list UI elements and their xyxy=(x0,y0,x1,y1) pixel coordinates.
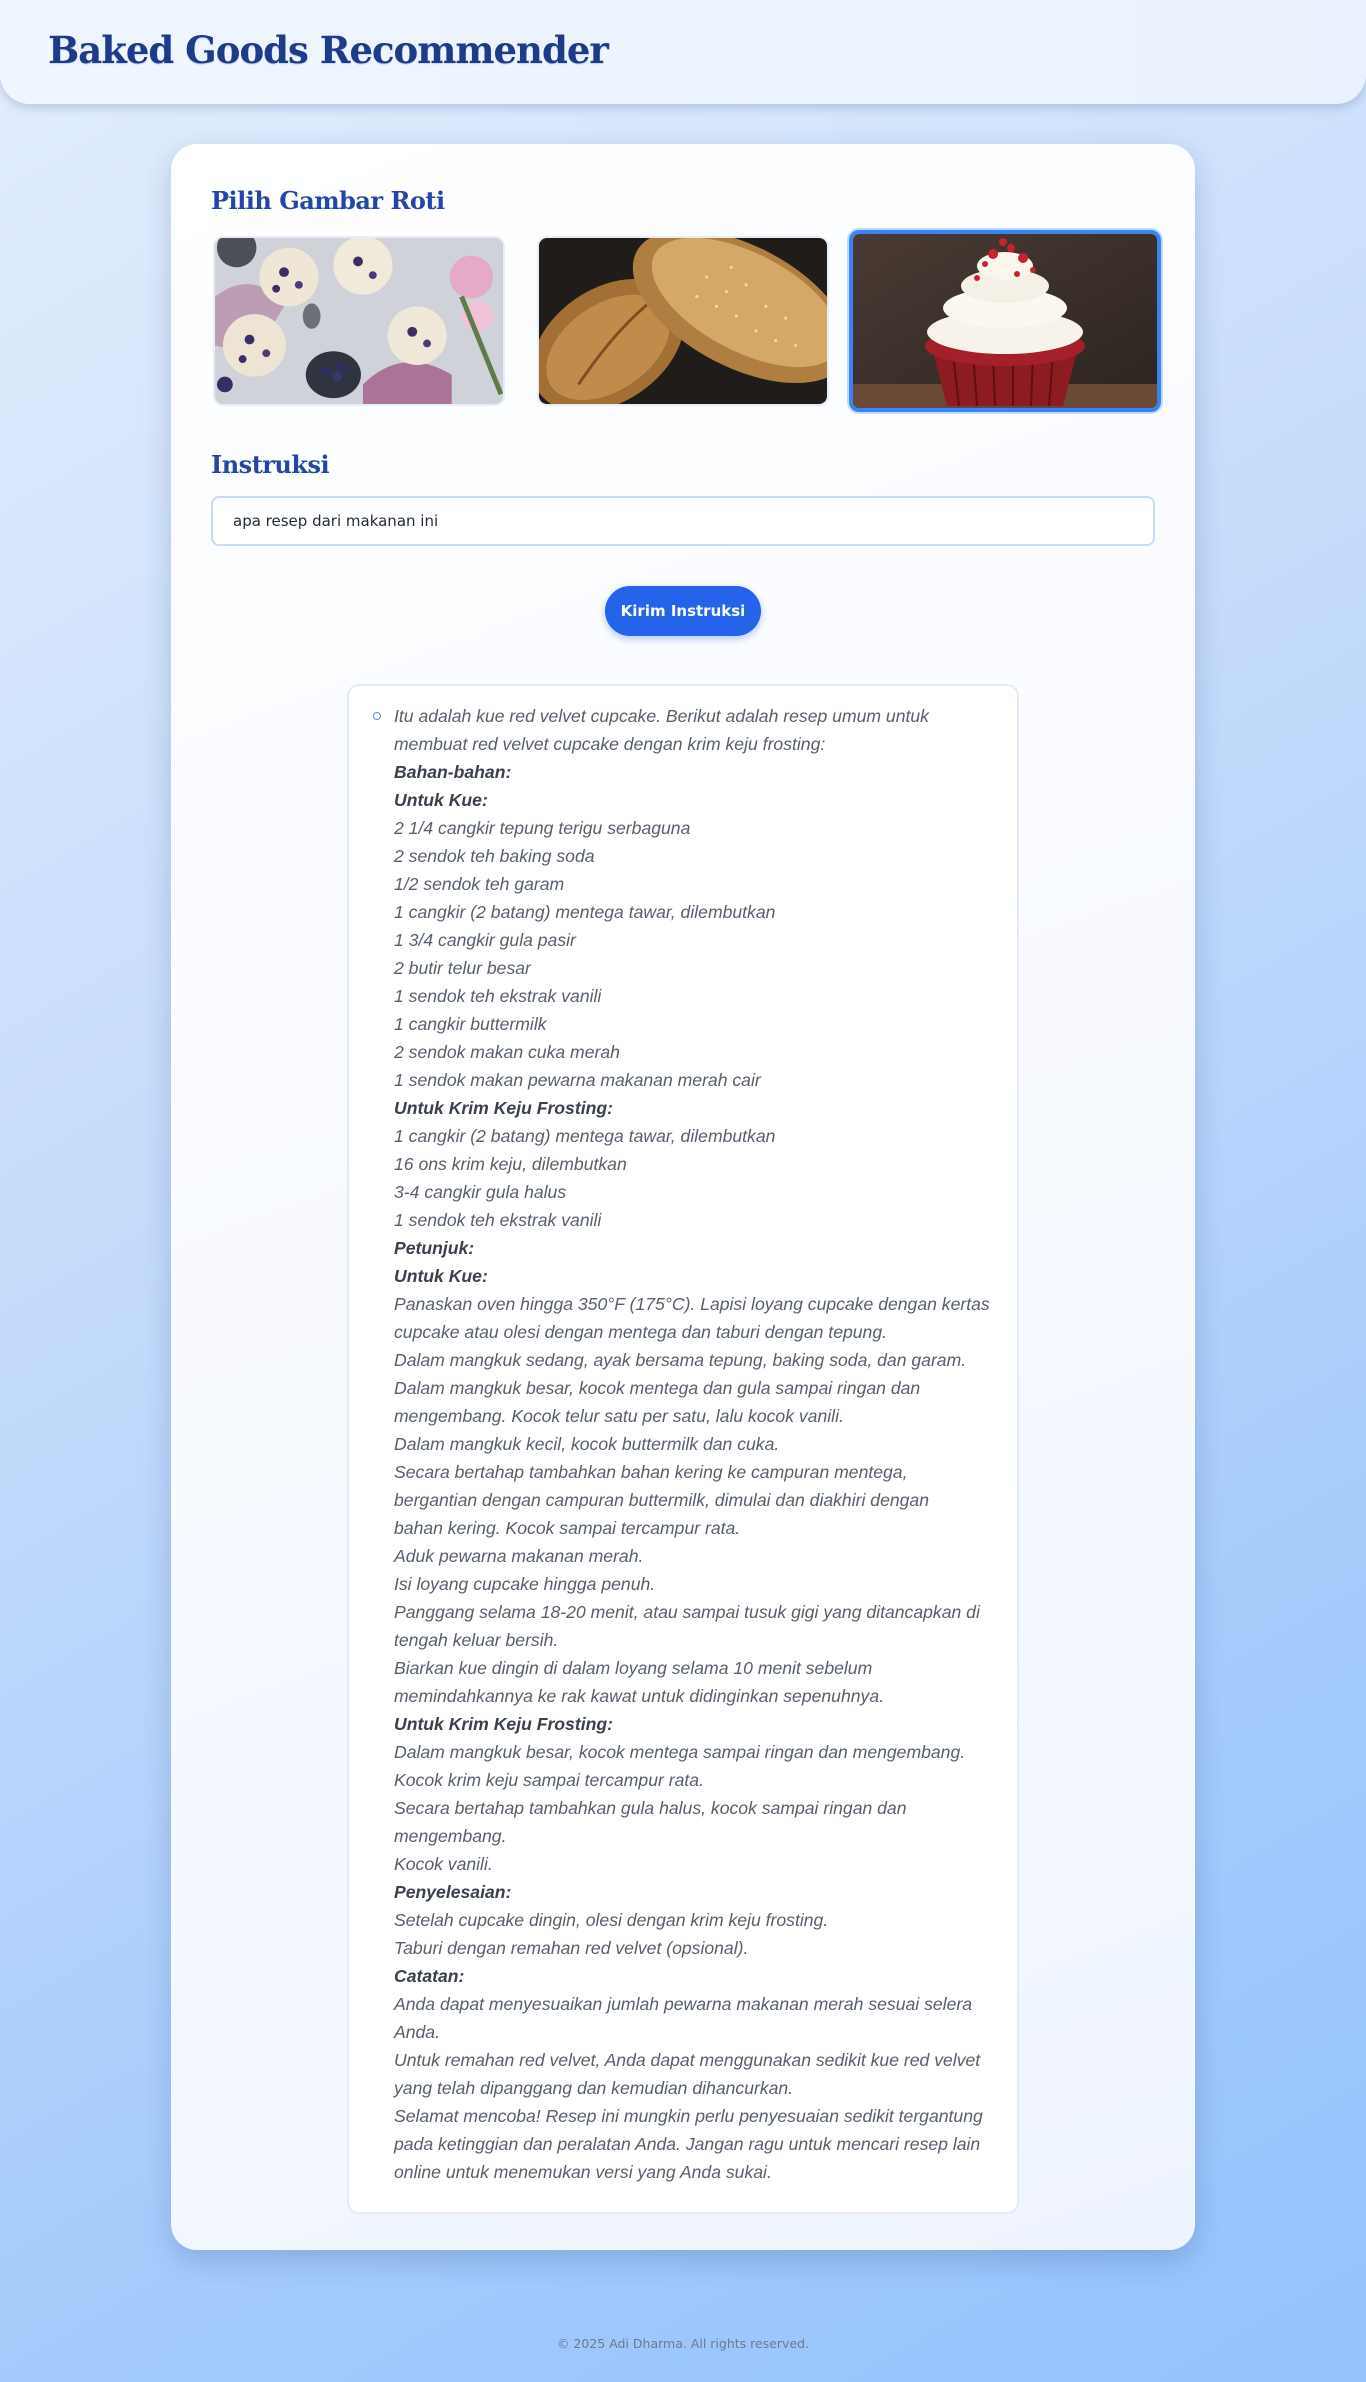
send-instruction-button[interactable]: Kirim Instruksi xyxy=(605,586,761,636)
result-text-line: 1 cangkir (2 batang) mentega tawar, dile… xyxy=(394,1126,776,1146)
instruction-title: Instruksi xyxy=(211,450,330,479)
result-text-line: 16 ons krim keju, dilembutkan xyxy=(394,1154,627,1174)
result-text-line: bergantian dengan campuran buttermilk, d… xyxy=(394,1490,929,1510)
result-heading: Bahan-bahan: xyxy=(394,762,512,782)
result-text-line: 1/2 sendok teh garam xyxy=(394,874,565,894)
bread-image-option-3[interactable] xyxy=(849,230,1161,412)
gallery-title: Pilih Gambar Roti xyxy=(211,186,445,215)
result-text-line: Dalam mangkuk besar, kocok mentega sampa… xyxy=(394,1742,966,1762)
result-text-line: 1 sendok teh ekstrak vanili xyxy=(394,986,602,1006)
result-text-line: Anda. xyxy=(394,2022,440,2042)
result-text-line: tengah keluar bersih. xyxy=(394,1630,559,1650)
red-velvet-cupcake-image xyxy=(853,234,1157,408)
result-text-line: 1 sendok makan pewarna makanan merah cai… xyxy=(394,1070,761,1090)
recipe-result-text: Itu adalah kue red velvet cupcake. Berik… xyxy=(394,702,994,2186)
result-text-line: Itu adalah kue red velvet cupcake. Berik… xyxy=(394,706,929,726)
result-text-line: Secara bertahap tambahkan bahan kering k… xyxy=(394,1462,908,1482)
result-text-line: online untuk menemukan versi yang Anda s… xyxy=(394,2162,772,2182)
result-text-line: Dalam mangkuk sedang, ayak bersama tepun… xyxy=(394,1350,967,1370)
result-text-line: Selamat mencoba! Resep ini mungkin perlu… xyxy=(394,2106,983,2126)
result-text-line: Panggang selama 18-20 menit, atau sampai… xyxy=(394,1602,980,1622)
result-text-line: 1 cangkir (2 batang) mentega tawar, dile… xyxy=(394,902,776,922)
bread-image-option-1[interactable] xyxy=(213,236,505,406)
result-heading: Petunjuk: xyxy=(394,1238,475,1258)
result-text-line: mengembang. xyxy=(394,1826,507,1846)
result-text-line: membuat red velvet cupcake dengan krim k… xyxy=(394,734,826,754)
result-text-line: 2 sendok makan cuka merah xyxy=(394,1042,620,1062)
result-text-line: Anda dapat menyesuaikan jumlah pewarna m… xyxy=(394,1994,973,2014)
result-text-line: Biarkan kue dingin di dalam loyang selam… xyxy=(394,1658,873,1678)
result-text-line: mengembang. Kocok telur satu per satu, l… xyxy=(394,1406,844,1426)
list-bullet-icon xyxy=(373,712,381,720)
result-text-line: 2 sendok teh baking soda xyxy=(394,846,595,866)
result-text-line: 2 1/4 cangkir tepung terigu serbaguna xyxy=(394,818,691,838)
result-text-line: 3-4 cangkir gula halus xyxy=(394,1182,567,1202)
app-title: Baked Goods Recommender xyxy=(48,28,609,72)
result-text-line: 1 cangkir buttermilk xyxy=(394,1014,547,1034)
result-text-line: Setelah cupcake dingin, olesi dengan kri… xyxy=(394,1910,829,1930)
result-text-line: yang telah dipanggang dan kemudian dihan… xyxy=(394,2078,794,2098)
result-text-line: 1 sendok teh ekstrak vanili xyxy=(394,1210,602,1230)
result-text-line: Kocok vanili. xyxy=(394,1854,493,1874)
result-text-line: memindahkannya ke rak kawat untuk diding… xyxy=(394,1686,885,1706)
instruction-input[interactable] xyxy=(211,496,1155,546)
bread-image-option-2[interactable] xyxy=(537,236,829,406)
result-text-line: Secara bertahap tambahkan gula halus, ko… xyxy=(394,1798,907,1818)
result-heading: Untuk Krim Keju Frosting: xyxy=(394,1098,613,1118)
blueberry-scones-image xyxy=(215,238,503,404)
recipe-result-box: Itu adalah kue red velvet cupcake. Berik… xyxy=(347,684,1019,2214)
result-text-line: Kocok krim keju sampai tercampur rata. xyxy=(394,1770,704,1790)
result-heading: Untuk Krim Keju Frosting: xyxy=(394,1714,613,1734)
app-header: Baked Goods Recommender xyxy=(0,0,1366,104)
footer-copyright: © 2025 Adi Dharma. All rights reserved. xyxy=(556,2336,810,2351)
main-card: Pilih Gambar Roti Instruksi apa resep da… xyxy=(171,144,1195,2250)
result-text-line: Aduk pewarna makanan merah. xyxy=(394,1546,644,1566)
result-text-line: 2 butir telur besar xyxy=(394,958,531,978)
result-text-line: pada ketinggian dan peralatan Anda. Jang… xyxy=(394,2134,981,2154)
result-heading: Untuk Kue: xyxy=(394,1266,488,1286)
result-text-line: cupcake atau olesi dengan mentega dan ta… xyxy=(394,1322,888,1342)
bread-loaves-image xyxy=(539,238,827,404)
result-heading: Untuk Kue: xyxy=(394,790,488,810)
result-heading: Penyelesaian: xyxy=(394,1882,512,1902)
result-heading: Catatan: xyxy=(394,1966,465,1986)
result-text-line: Dalam mangkuk besar, kocok mentega dan g… xyxy=(394,1378,921,1398)
result-text-line: Panaskan oven hingga 350°F (175°C). Lapi… xyxy=(394,1294,990,1314)
result-text-line: Isi loyang cupcake hingga penuh. xyxy=(394,1574,656,1594)
result-text-line: Dalam mangkuk kecil, kocok buttermilk da… xyxy=(394,1434,780,1454)
result-text-line: Taburi dengan remahan red velvet (opsion… xyxy=(394,1938,749,1958)
result-text-line: 1 3/4 cangkir gula pasir xyxy=(394,930,576,950)
result-text-line: Untuk remahan red velvet, Anda dapat men… xyxy=(394,2050,981,2070)
result-text-line: bahan kering. Kocok sampai tercampur rat… xyxy=(394,1518,741,1538)
